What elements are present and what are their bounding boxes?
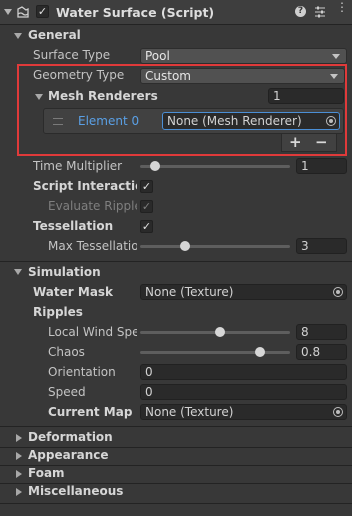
chevron-down-icon [332, 54, 340, 59]
element-0-value: None (Mesh Renderer) [167, 114, 302, 128]
max-tessellation-slider-track[interactable] [140, 245, 290, 248]
section-foam[interactable]: Foam [28, 466, 65, 480]
script-interactions-label: Script Interactions [33, 179, 137, 193]
max-tessellation-label: Max Tessellation Factor [48, 239, 137, 253]
chaos-field[interactable]: 0.8 [296, 344, 347, 360]
orientation-field[interactable]: 0 [140, 364, 347, 380]
water-component-icon [16, 5, 30, 19]
miscellaneous-foldout-arrow-icon[interactable] [16, 488, 22, 496]
section-deformation[interactable]: Deformation [28, 430, 113, 444]
water-mask-object-field[interactable]: None (Texture) [140, 284, 347, 300]
element-0-object-field[interactable]: None (Mesh Renderer) [162, 112, 340, 130]
section-appearance[interactable]: Appearance [28, 448, 109, 462]
surface-type-value: Pool [145, 49, 170, 63]
speed-field[interactable]: 0 [140, 384, 347, 400]
local-wind-speed-label: Local Wind Speed [48, 325, 137, 339]
current-map-value: None (Texture) [145, 405, 234, 419]
surface-type-label: Surface Type [33, 48, 111, 62]
object-picker-icon[interactable] [333, 287, 343, 297]
orientation-label: Orientation [48, 365, 116, 379]
element-0-label: Element 0 [78, 114, 140, 128]
geometry-type-dropdown[interactable]: Custom [140, 68, 345, 84]
divider [0, 503, 352, 504]
appearance-foldout-arrow-icon[interactable] [16, 452, 22, 460]
object-picker-icon[interactable] [333, 407, 343, 417]
max-tessellation-slider-thumb[interactable] [180, 241, 190, 251]
surface-type-dropdown[interactable]: Pool [140, 48, 347, 64]
foldout-arrow-icon[interactable] [4, 9, 12, 15]
time-multiplier-slider-thumb[interactable] [150, 161, 160, 171]
section-simulation[interactable]: Simulation [28, 265, 101, 279]
object-picker-icon[interactable] [326, 116, 336, 126]
tessellation-label: Tessellation [33, 219, 114, 233]
chevron-down-icon [330, 74, 338, 79]
geometry-type-label: Geometry Type [33, 68, 125, 82]
evaluate-ripples-checkbox: ✓ [140, 200, 153, 213]
section-miscellaneous[interactable]: Miscellaneous [28, 484, 123, 498]
time-multiplier-slider-track[interactable] [140, 165, 290, 168]
foam-foldout-arrow-icon[interactable] [16, 470, 22, 478]
chaos-slider-track[interactable] [140, 351, 290, 354]
component-enabled-checkbox[interactable]: ✓ [36, 5, 49, 18]
divider [0, 261, 352, 262]
mesh-renderers-label[interactable]: Mesh Renderers [48, 89, 158, 103]
reorder-handle-icon[interactable] [53, 118, 63, 125]
tessellation-checkbox[interactable]: ✓ [140, 220, 153, 233]
current-map-object-field[interactable]: None (Texture) [140, 404, 347, 420]
mesh-renderers-foldout-icon[interactable] [35, 94, 43, 100]
divider [0, 426, 352, 427]
simulation-foldout-arrow-icon[interactable] [14, 269, 22, 275]
speed-label: Speed [48, 385, 86, 399]
local-wind-speed-field[interactable]: 8 [296, 324, 347, 340]
help-icon[interactable]: ? [295, 6, 306, 17]
water-mask-label: Water Mask [33, 285, 114, 299]
current-map-label: Current Map [48, 405, 133, 419]
add-element-button[interactable]: + [289, 133, 302, 151]
max-tessellation-field[interactable]: 3 [296, 238, 347, 254]
more-options-icon[interactable]: ⋮ [336, 1, 348, 19]
component-title: Water Surface (Script) [56, 5, 215, 20]
mesh-renderers-count-field[interactable]: 1 [268, 88, 344, 104]
remove-element-button[interactable]: − [315, 133, 328, 151]
ripples-label: Ripples [33, 305, 83, 319]
deformation-foldout-arrow-icon[interactable] [16, 434, 22, 442]
script-interactions-checkbox[interactable]: ✓ [140, 180, 153, 193]
general-foldout-arrow-icon[interactable] [14, 33, 22, 39]
geometry-type-value: Custom [145, 69, 191, 83]
time-multiplier-field[interactable]: 1 [296, 158, 347, 174]
chaos-label: Chaos [48, 345, 85, 359]
water-mask-value: None (Texture) [145, 285, 234, 299]
presets-icon[interactable] [314, 5, 326, 18]
chaos-slider-thumb[interactable] [255, 347, 265, 357]
evaluate-ripples-label: Evaluate Ripples [48, 199, 137, 213]
section-general[interactable]: General [28, 28, 81, 42]
local-wind-speed-slider-thumb[interactable] [214, 327, 225, 337]
time-multiplier-label: Time Multiplier [33, 159, 123, 173]
